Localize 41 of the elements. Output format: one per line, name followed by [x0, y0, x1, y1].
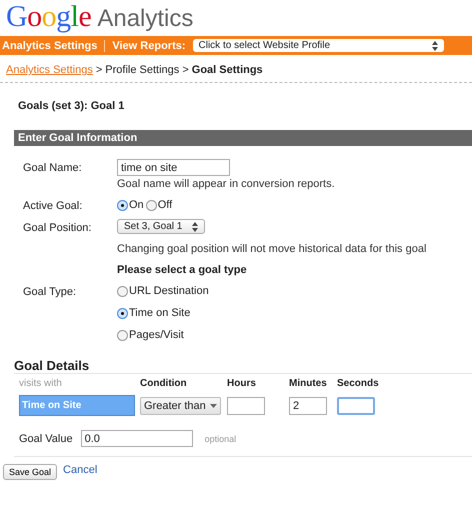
updown-icon — [192, 222, 198, 232]
section-title: Goal Details — [13, 357, 90, 373]
profile-select[interactable]: Click to select Website Profile — [192, 39, 444, 52]
hours-field[interactable] — [227, 396, 265, 414]
goal-name-field[interactable]: time on site — [117, 159, 230, 176]
goal-position-select[interactable]: Set 3, Goal 1 — [117, 219, 206, 234]
section-header: Enter Goal Information — [14, 130, 472, 146]
field-label: Goal Name: — [23, 161, 83, 174]
field-label: Goal Value — [19, 432, 73, 444]
cancel-link[interactable]: Cancel — [63, 464, 98, 476]
field-label: Goal Position: — [23, 221, 92, 234]
goal-value-field[interactable]: 0.0 — [80, 430, 193, 447]
breadcrumb-text: > Profile Settings > — [96, 64, 189, 76]
logo-product: Analytics — [97, 5, 194, 33]
column-header: Hours — [227, 378, 257, 389]
radio-option[interactable]: On — [117, 199, 144, 211]
seconds-field[interactable] — [337, 396, 375, 414]
minutes-field[interactable]: 2 — [289, 396, 327, 414]
hint-text: Changing goal position will not move historical data for this goal — [117, 243, 426, 255]
column-header: Seconds — [337, 378, 377, 389]
page-title: Goals (set 3): Goal 1 — [17, 99, 126, 112]
optional-note: optional — [204, 434, 236, 444]
save-button[interactable]: Save Goal — [3, 464, 58, 480]
column-header: visits with — [19, 378, 63, 389]
goal-type-chip: Time on Site — [19, 395, 135, 416]
updown-icon — [432, 40, 438, 50]
logo-brand: Google — [6, 0, 92, 34]
radio-option[interactable]: URL Destination — [117, 285, 209, 297]
column-header: Condition — [140, 378, 188, 389]
goal-type-heading: Please select a goal type — [117, 263, 247, 276]
radio-option[interactable]: Off — [146, 199, 172, 211]
radio-option[interactable]: Time on Site — [117, 307, 209, 319]
field-label: Active Goal: — [23, 199, 84, 212]
condition-dropdown[interactable]: Greater than — [140, 396, 221, 414]
hint-text: Goal name will appear in conversion reports. — [117, 178, 335, 190]
column-header: Minutes — [289, 378, 328, 389]
breadcrumb-current: Goal Settings — [192, 64, 263, 76]
radio-option[interactable]: Pages/Visit — [117, 329, 209, 341]
nav-label: View Reports: — [112, 40, 186, 52]
caret-icon — [210, 404, 217, 408]
field-label: Goal Type: — [23, 285, 77, 298]
